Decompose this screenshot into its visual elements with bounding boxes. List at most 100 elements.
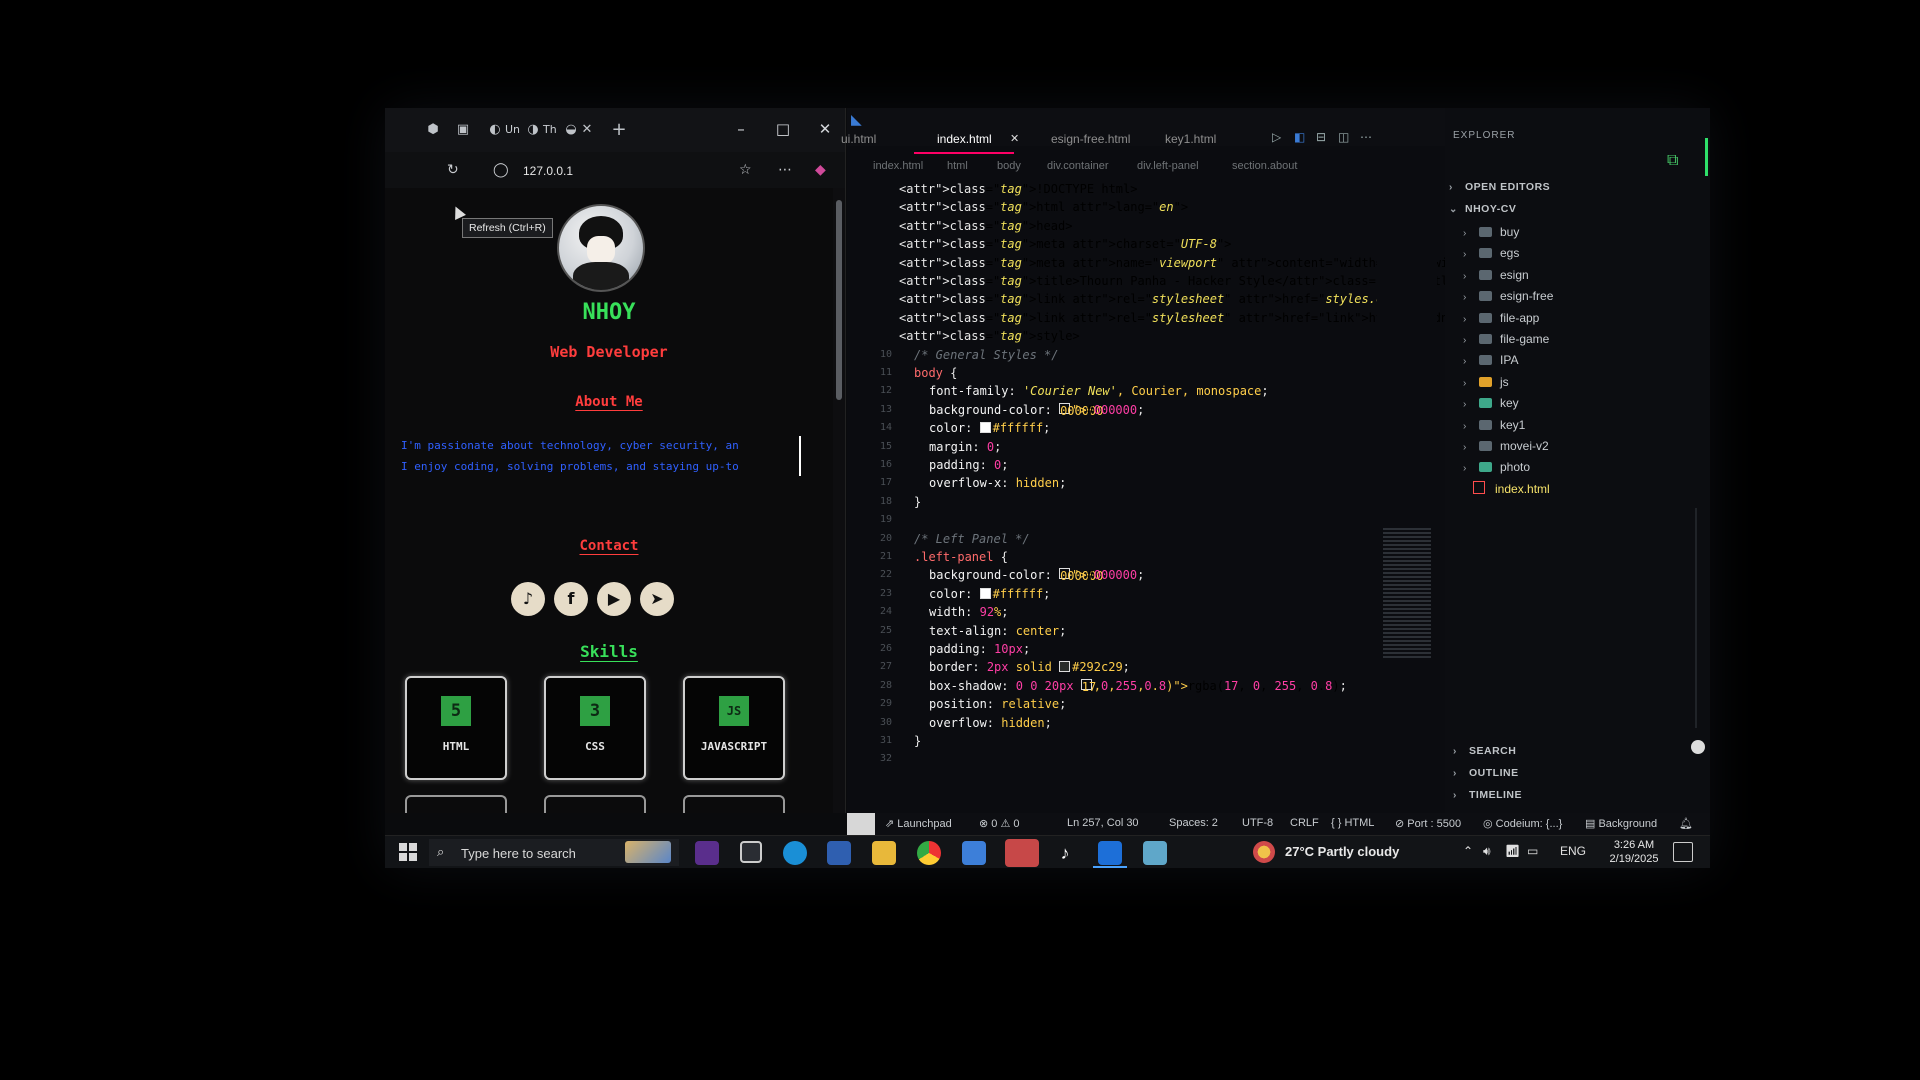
chevron-up-icon[interactable]: ⌃ xyxy=(1463,844,1473,858)
code-line[interactable]: <attr">class="tag">meta attr">charset="U… xyxy=(899,237,1231,251)
telegram-icon[interactable]: ➤ xyxy=(640,582,674,616)
go-live-icon[interactable]: ◧ xyxy=(1294,130,1305,144)
tab-favicon-icon[interactable]: ◒ xyxy=(563,122,579,138)
cursor-position[interactable]: Ln 257, Col 30 xyxy=(1067,817,1139,829)
drag-handle[interactable] xyxy=(1691,740,1705,754)
windows-start-icon[interactable] xyxy=(399,843,417,861)
store-icon[interactable] xyxy=(827,841,851,865)
code-line[interactable]: font-family: 'Courier New', Courier, mon… xyxy=(899,384,1269,398)
folder-movei-v2[interactable]: › movei-v2 xyxy=(1463,439,1549,453)
problems-item[interactable]: ⊗ 0 ⚠ 0 xyxy=(979,817,1019,830)
minimize-button[interactable]: – xyxy=(731,120,751,138)
folder-key[interactable]: › key xyxy=(1463,396,1519,410)
tab-favicon-icon[interactable]: ◑ xyxy=(525,122,541,138)
file-explorer-icon[interactable] xyxy=(872,841,896,865)
workspaces-icon[interactable]: ⬢ xyxy=(425,122,441,138)
codeium-status[interactable]: ◎ Codeium: {...} xyxy=(1483,817,1562,830)
code-line[interactable]: /* General Styles */ xyxy=(899,348,1059,362)
tab-ui-html[interactable]: ui.html xyxy=(841,132,876,146)
language-indicator[interactable]: ENG xyxy=(1560,844,1586,858)
scrollbar-thumb[interactable] xyxy=(836,200,842,400)
notification-center-icon[interactable] xyxy=(1673,842,1693,862)
code-line[interactable]: overflow: hidden; xyxy=(899,716,1052,730)
tab-index-html[interactable]: index.html xyxy=(937,132,992,146)
skill-card-javascript[interactable]: JS JAVASCRIPT xyxy=(683,676,785,780)
encoding[interactable]: UTF-8 xyxy=(1242,817,1273,829)
tab-un[interactable]: Un xyxy=(505,123,520,136)
skill-card-css[interactable]: 3 CSS xyxy=(544,676,646,780)
app-icon[interactable] xyxy=(1143,841,1167,865)
favorites-icon[interactable]: ☆ xyxy=(739,162,752,178)
weather-widget[interactable]: 27°C Partly cloudy xyxy=(1285,844,1399,859)
close-window-button[interactable]: ✕ xyxy=(815,120,835,138)
split-editor-icon[interactable]: ◫ xyxy=(1338,130,1349,144)
refresh-icon[interactable]: ↻ xyxy=(447,162,459,178)
breadcrumb-item[interactable]: html xyxy=(947,160,968,172)
more-icon[interactable]: ⋯ xyxy=(778,162,792,178)
weather-icon[interactable] xyxy=(1253,841,1275,863)
code-line[interactable]: .left-panel { xyxy=(899,550,1008,564)
folder-photo[interactable]: › photo xyxy=(1463,460,1530,474)
diff-icon[interactable]: ⊟ xyxy=(1316,130,1326,144)
tab-esign-free-html[interactable]: esign-free.html xyxy=(1051,132,1130,146)
close-tab-icon[interactable]: ✕ xyxy=(579,122,595,138)
code-line[interactable]: /* Left Panel */ xyxy=(899,532,1030,546)
language-mode[interactable]: { } HTML xyxy=(1331,817,1374,829)
code-line[interactable]: margin: 0; xyxy=(899,440,1001,454)
tiktok-icon[interactable]: ♪ xyxy=(511,582,545,616)
site-info-icon[interactable]: ◯ xyxy=(493,162,509,178)
line-ending[interactable]: CRLF xyxy=(1290,817,1319,829)
folder-key1[interactable]: › key1 xyxy=(1463,418,1525,432)
breadcrumb-item[interactable]: section.about xyxy=(1232,160,1297,172)
code-line[interactable]: background-color: 000000">#000000; xyxy=(899,402,1144,418)
folder-egs[interactable]: › egs xyxy=(1463,246,1519,260)
visual-studio-icon[interactable] xyxy=(695,841,719,865)
code-line[interactable]: border: 2px solid #292c29; xyxy=(899,660,1130,674)
open-editors-section[interactable]: › OPEN EDITORS xyxy=(1449,181,1550,193)
app-icon[interactable] xyxy=(962,841,986,865)
notifications-icon[interactable]: 🔔︎ xyxy=(1679,817,1693,830)
volume-icon[interactable]: 🔊︎ xyxy=(1483,844,1491,859)
task-view-icon[interactable] xyxy=(740,841,762,863)
folder-esign[interactable]: › esign xyxy=(1463,268,1529,282)
close-tab-icon[interactable]: ✕ xyxy=(1010,132,1019,145)
address-bar[interactable]: 127.0.0.1 xyxy=(523,164,573,178)
folder-esign-free[interactable]: › esign-free xyxy=(1463,289,1553,303)
breadcrumb-item[interactable]: div.left-panel xyxy=(1137,160,1199,172)
code-line[interactable]: <attr">class="tag">head> xyxy=(899,219,1072,233)
project-section[interactable]: ⌄ NHOY-CV xyxy=(1449,203,1516,215)
taskbar-search[interactable]: ⌕ Type here to search xyxy=(429,839,679,866)
tab-key1-html[interactable]: key1.html xyxy=(1165,132,1216,146)
code-line[interactable]: <attr">class="tag">!DOCTYPE html> xyxy=(899,182,1137,196)
code-line[interactable]: } xyxy=(899,495,921,509)
code-line[interactable]: padding: 10px; xyxy=(899,642,1030,656)
search-section[interactable]: › SEARCH xyxy=(1453,745,1516,757)
folder-file-game[interactable]: › file-game xyxy=(1463,332,1549,346)
code-line[interactable]: text-align: center; xyxy=(899,624,1066,638)
breadcrumb-item[interactable]: index.html xyxy=(873,160,923,172)
file-index-html[interactable]: index.html xyxy=(1473,481,1550,496)
timeline-section[interactable]: › TIMELINE xyxy=(1453,789,1522,801)
app-icon-active[interactable] xyxy=(1005,839,1039,867)
code-line[interactable]: overflow-x: hidden; xyxy=(899,476,1066,490)
code-line[interactable]: <attr">class="tag">link attr">rel="style… xyxy=(899,292,1412,306)
tab-favicon-icon[interactable]: ◐ xyxy=(487,122,503,138)
breadcrumb-item[interactable]: body xyxy=(997,160,1021,172)
code-line[interactable]: position: relative; xyxy=(899,697,1066,711)
folder-js[interactable]: › js xyxy=(1463,375,1509,389)
run-icon[interactable]: ▷ xyxy=(1272,130,1281,144)
background-item[interactable]: ▤ Background xyxy=(1585,817,1657,830)
outline-section[interactable]: › OUTLINE xyxy=(1453,767,1519,779)
skill-card-html[interactable]: 5 HTML xyxy=(405,676,507,780)
folder-ipa[interactable]: › IPA xyxy=(1463,353,1518,367)
code-area[interactable]: <attr">class="tag">!DOCTYPE html> <attr">… xyxy=(847,180,1585,800)
clock[interactable]: 3:26 AM 2/19/2025 xyxy=(1604,838,1664,866)
vscode-icon[interactable] xyxy=(1098,841,1122,865)
code-line[interactable]: <attr">class="tag">style> xyxy=(899,329,1080,343)
code-line[interactable]: body { xyxy=(899,366,957,380)
live-server-port[interactable]: ⊘ Port : 5500 xyxy=(1395,817,1461,830)
facebook-icon[interactable]: f xyxy=(554,582,588,616)
tab-actions-icon[interactable]: ▣ xyxy=(455,122,471,138)
chrome-icon[interactable] xyxy=(917,841,941,865)
edge-icon[interactable] xyxy=(783,841,807,865)
